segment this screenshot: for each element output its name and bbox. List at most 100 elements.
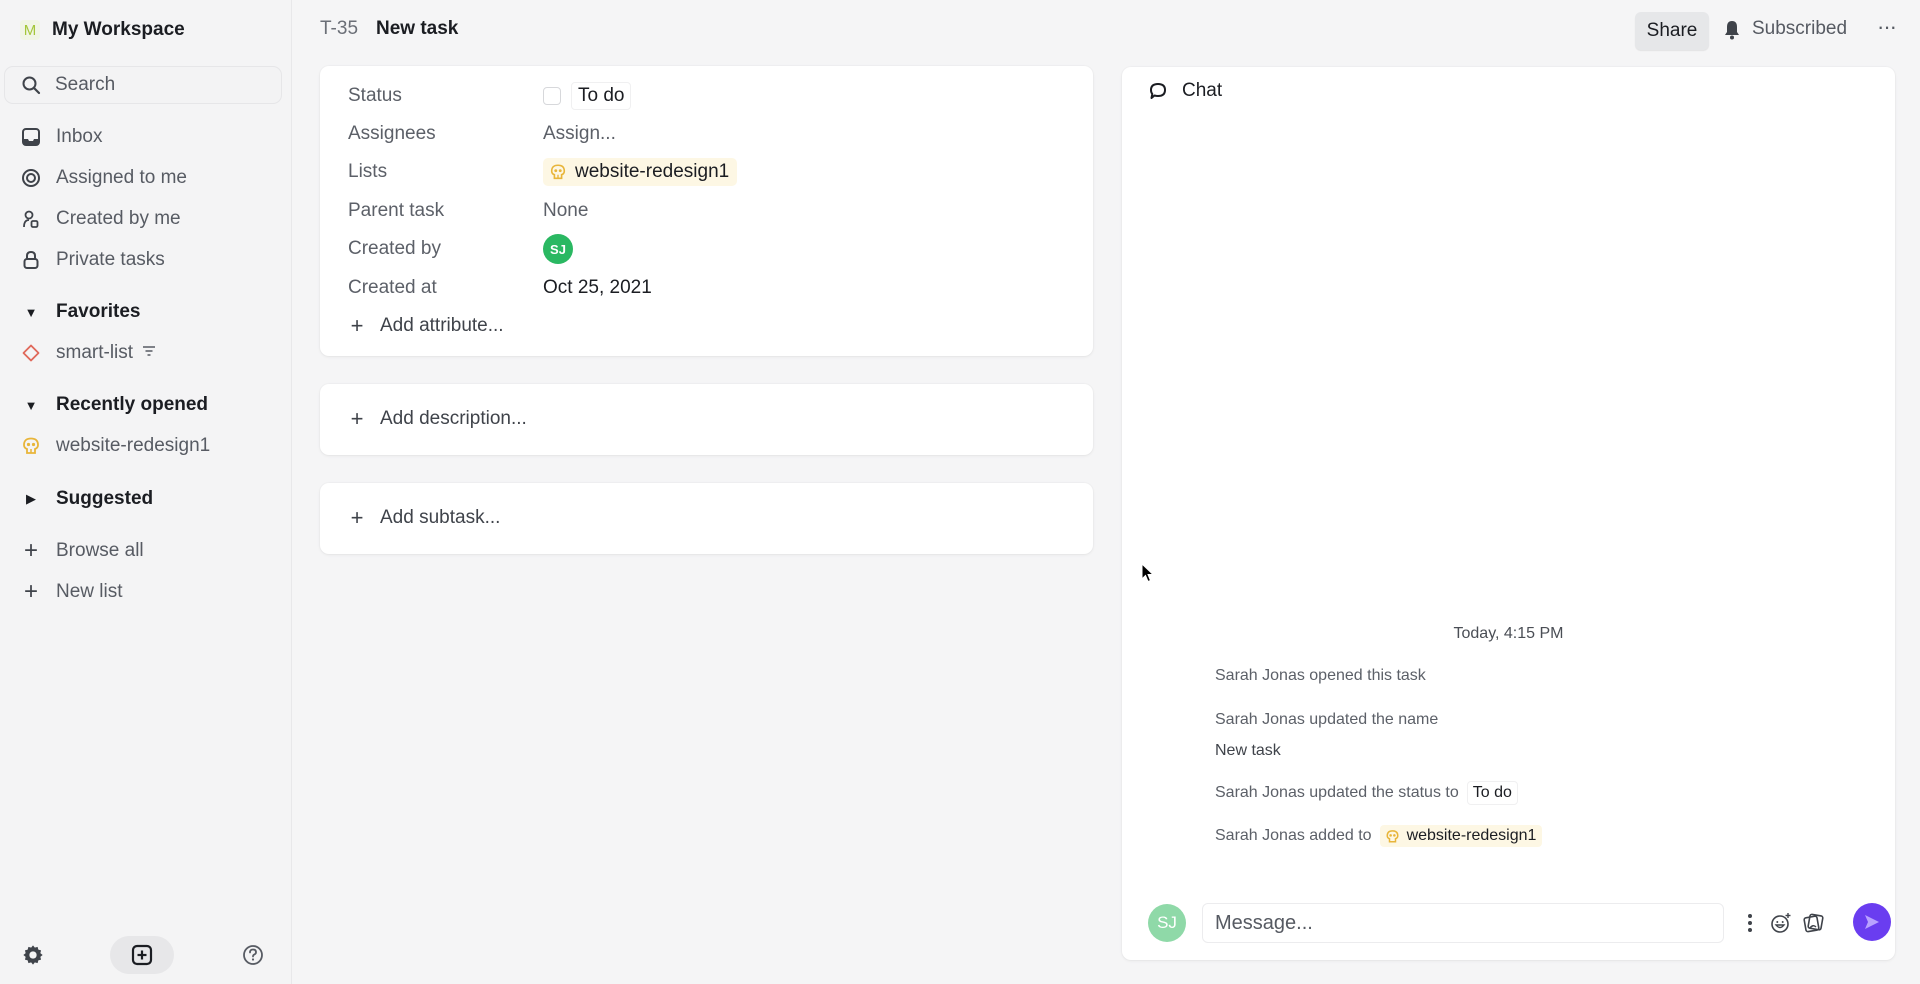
add-subtask-label: Add subtask... — [380, 507, 501, 528]
caret-down-icon: ▼ — [24, 397, 38, 413]
bell-icon[interactable] — [1722, 19, 1742, 41]
activity-item: Sarah Jonas updated the status to To do — [1215, 781, 1518, 805]
plus-icon: + — [23, 537, 38, 564]
parent-task-picker[interactable]: None — [543, 200, 588, 222]
attr-label: Created at — [348, 277, 437, 298]
section-label: Favorites — [56, 301, 141, 322]
settings-icon — [23, 945, 43, 965]
attach-media-icon[interactable] — [1802, 912, 1824, 934]
subscribed-toggle[interactable]: Subscribed — [1752, 18, 1847, 40]
activity-detail: New task — [1215, 742, 1281, 760]
workspace-name: My Workspace — [52, 19, 185, 40]
activity-item: Sarah Jonas updated the name — [1215, 711, 1438, 729]
send-icon — [1865, 915, 1879, 929]
caret-right-icon: ▶ — [26, 491, 36, 506]
emoji-add-icon[interactable] — [1770, 912, 1792, 934]
created-at-value: Oct 25, 2021 — [543, 277, 652, 298]
target-icon — [20, 167, 42, 189]
create-task-button[interactable] — [110, 936, 174, 974]
add-subtask-button[interactable]: + Add subtask... — [348, 503, 501, 533]
workspace-logo: M — [20, 20, 40, 40]
add-description-button[interactable]: + Add description... — [348, 404, 527, 434]
add-task-icon — [131, 944, 153, 966]
sidebar-item-website-redesign1[interactable]: website-redesign1 — [20, 431, 210, 461]
status-chip: To do — [1466, 781, 1518, 805]
sidebar-footer — [0, 928, 292, 984]
share-button[interactable]: Share — [1635, 12, 1709, 50]
add-attribute-button[interactable]: + Add attribute... — [348, 311, 504, 341]
chat-panel: Chat Today, 4:15 PM Sarah Jonas opened t… — [1122, 67, 1895, 960]
chat-title: Chat — [1182, 80, 1223, 101]
task-header: T-35 New task Share Subscribed ··· — [293, 0, 1920, 60]
task-id: T-35 — [320, 18, 359, 39]
diamond-icon — [20, 342, 42, 364]
send-button[interactable] — [1853, 903, 1891, 941]
list-chip[interactable]: website-redesign1 — [543, 158, 738, 186]
sidebar-item-inbox[interactable]: Inbox — [20, 122, 102, 152]
help-button[interactable] — [240, 936, 266, 974]
settings-button[interactable] — [20, 936, 46, 974]
sidebar: M My Workspace Search Inbox Assigned to … — [0, 0, 292, 984]
attr-assignees: Assignees Assign... — [348, 119, 616, 149]
activity-detail-text: New task — [1215, 742, 1281, 759]
sidebar-item-label: Assigned to me — [56, 167, 187, 188]
attr-status: Status To do — [348, 81, 632, 111]
message-composer: SJ — [1148, 903, 1891, 943]
workspace-switcher[interactable]: M My Workspace — [20, 16, 185, 44]
help-icon — [243, 945, 263, 965]
new-list-button[interactable]: + New list — [20, 577, 123, 607]
more-options-icon[interactable]: ··· — [1877, 14, 1897, 40]
plus-icon: + — [350, 313, 364, 338]
chat-header: Chat — [1148, 80, 1222, 102]
activity-text: Sarah Jonas updated the name — [1215, 711, 1439, 728]
attr-label: Created by — [348, 238, 441, 259]
avatar[interactable]: SJ — [543, 234, 573, 264]
sidebar-item-assigned[interactable]: Assigned to me — [20, 163, 187, 193]
caret-down-icon: ▼ — [24, 304, 38, 320]
message-input[interactable] — [1202, 903, 1724, 943]
sidebar-item-label: Private tasks — [56, 249, 165, 270]
status-select[interactable]: To do — [571, 82, 632, 110]
skull-icon — [20, 435, 42, 457]
new-list-label: New list — [56, 581, 123, 602]
attr-label: Parent task — [348, 200, 445, 221]
status-checkbox[interactable] — [543, 87, 561, 105]
attr-created-at: Created at Oct 25, 2021 — [348, 273, 652, 303]
activity-text: Sarah Jonas added to — [1215, 827, 1372, 844]
mouse-cursor — [1141, 563, 1155, 583]
activity-text: Sarah Jonas updated the status to — [1215, 784, 1459, 801]
plus-icon: + — [23, 578, 38, 605]
section-suggested[interactable]: ▶ Suggested — [20, 484, 153, 514]
description-card: + Add description... — [320, 384, 1093, 455]
sidebar-item-created[interactable]: Created by me — [20, 204, 181, 234]
task-attributes-card: Status To do Assignees Assign... Lists w… — [320, 66, 1093, 356]
filter-icon — [141, 342, 157, 364]
sidebar-item-label: smart-list — [56, 342, 134, 363]
add-attribute-label: Add attribute... — [380, 315, 504, 336]
attr-label: Assignees — [348, 123, 436, 144]
attr-label: Status — [348, 85, 402, 106]
skull-icon — [550, 164, 566, 180]
plus-icon: + — [350, 505, 364, 530]
search-input[interactable]: Search — [4, 66, 282, 104]
section-recently-opened[interactable]: ▼ Recently opened — [20, 390, 208, 420]
inbox-icon — [20, 126, 42, 148]
sidebar-item-private[interactable]: Private tasks — [20, 245, 165, 275]
section-label: Suggested — [56, 488, 154, 509]
sidebar-item-label: Inbox — [56, 126, 103, 147]
sidebar-item-label: website-redesign1 — [56, 435, 211, 456]
sidebar-item-smart-list[interactable]: smart-list — [20, 338, 157, 368]
browse-all-button[interactable]: + Browse all — [20, 536, 144, 566]
add-description-label: Add description... — [380, 408, 527, 429]
attr-value: To do — [543, 82, 632, 110]
list-chip-label: website-redesign1 — [1406, 827, 1537, 844]
activity-item: Sarah Jonas added to website-redesign1 — [1215, 825, 1543, 847]
task-title[interactable]: New task — [376, 18, 458, 40]
more-vertical-icon[interactable] — [1739, 912, 1761, 934]
attr-value: SJ — [543, 234, 573, 264]
list-chip[interactable]: website-redesign1 — [1379, 825, 1543, 847]
skull-icon — [1386, 829, 1399, 842]
assignees-picker[interactable]: Assign... — [543, 123, 616, 145]
activity-text: Sarah Jonas opened this task — [1215, 667, 1426, 684]
section-favorites[interactable]: ▼ Favorites — [20, 297, 141, 327]
